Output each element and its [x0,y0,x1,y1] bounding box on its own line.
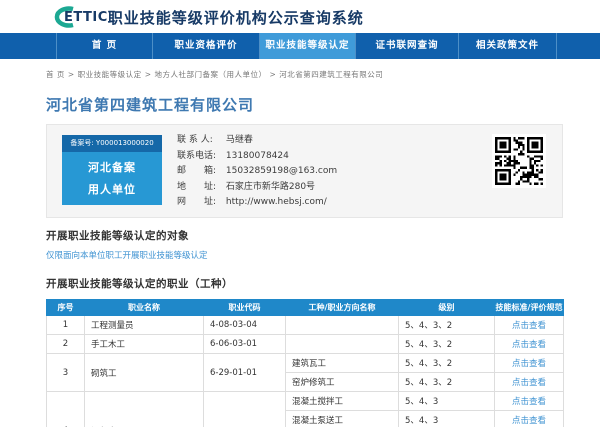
nav-spacer [557,33,600,59]
cell-levels: 5、4、3、2 [399,373,495,392]
contact-row-5: 网 址: http://www.hebsj.com/ [177,195,337,211]
logo-text: ETTIC [64,10,108,25]
main-nav: 首 页职业资格评价职业技能等级认定证书联网查询相关政策文件 [0,33,600,59]
cell-variant: 窑炉修筑工 [286,373,399,392]
breadcrumb-separator: > [269,70,276,79]
cell-code [204,392,286,427]
cell-variant [286,335,399,354]
nav-item-5[interactable]: 相关政策文件 [459,33,557,59]
view-standard-link[interactable]: 点击查看 [495,411,564,427]
nav-item-4[interactable]: 证书联网查询 [356,33,459,59]
contact-value: 马继春 [223,135,253,145]
qr-code-icon [492,134,546,188]
cell-levels: 5、4、3 [399,411,495,427]
contact-row-1: 联 系 人: 马继春 [177,133,337,149]
contact-row-4: 地 址: 石家庄市新华路280号 [177,180,337,196]
breadcrumb-item-1[interactable]: 首 页 [46,70,65,79]
cell-name: 砌筑工 [85,354,204,392]
contact-label: 邮 箱: [177,164,223,180]
contact-value: http://www.hebsj.com/ [223,197,327,207]
breadcrumb-item-3[interactable]: 地方人社部门备案（用人单位） [154,70,266,79]
cell-seq: 1 [47,316,85,335]
contact-label: 网 址: [177,195,223,211]
cell-code: 6-06-03-01 [204,335,286,354]
nav-spacer [0,33,57,59]
site-title: 职业技能等级评价机构公示查询系统 [108,7,364,28]
cell-seq: 4 [47,392,85,427]
contact-label: 联系电话: [177,149,223,165]
cell-levels: 5、4、3、2 [399,354,495,373]
page: ETTIC 职业技能等级评价机构公示查询系统 首 页职业资格评价职业技能等级认定… [0,0,600,427]
jobs-table: 序号职业名称职业代码工种/职业方向名称级别技能标准/评价规范 1工程测量员4-0… [46,299,564,427]
cell-name: 工程测量员 [85,316,204,335]
column-header: 级别 [399,300,495,316]
contact-label: 地 址: [177,180,223,196]
badge-region: 河北备案 [62,157,162,179]
nav-item-1[interactable]: 首 页 [57,33,153,59]
cell-variant: 混凝土泵送工 [286,411,399,427]
cell-variant: 建筑瓦工 [286,354,399,373]
badge-type: 用人单位 [62,179,162,201]
cell-variant: 混凝土搅拌工 [286,392,399,411]
contact-value: 13180078424 [223,151,289,161]
page-title: 河北省第四建筑工程有限公司 [46,94,254,115]
table-row: 1工程测量员4-08-03-04 5、4、3、2点击查看 [47,316,564,335]
column-header: 技能标准/评价规范 [495,300,564,316]
cell-name: 手工木工 [85,335,204,354]
cell-variant [286,316,399,335]
column-header: 职业代码 [204,300,286,316]
brand-header: ETTIC 职业技能等级评价机构公示查询系统 [0,0,600,33]
breadcrumb-item-2[interactable]: 职业技能等级认定 [78,70,142,79]
contact-value: 15032859198@163.com [223,166,337,176]
record-badge-body: 河北备案 用人单位 [62,152,162,205]
view-standard-link[interactable]: 点击查看 [495,335,564,354]
cell-levels: 5、4、3、2 [399,335,495,354]
cell-code: 4-08-03-04 [204,316,286,335]
target-section-note: 仅限面向本单位职工开展职业技能等级认定 [46,249,208,261]
cell-seq: 2 [47,335,85,354]
contact-value: 石家庄市新华路280号 [223,182,315,192]
record-badge: 备案号: Y000013000020 河北备案 用人单位 [62,135,162,205]
target-section-heading: 开展职业技能等级认定的对象 [46,228,189,243]
column-header: 职业名称 [85,300,204,316]
view-standard-link[interactable]: 点击查看 [495,354,564,373]
column-header: 工种/职业方向名称 [286,300,399,316]
view-standard-link[interactable]: 点击查看 [495,392,564,411]
table-row: 3砌筑工6-29-01-01建筑瓦工5、4、3、2点击查看 [47,354,564,373]
cell-levels: 5、4、3 [399,392,495,411]
nav-item-2[interactable]: 职业资格评价 [153,33,260,59]
record-number: 备案号: Y000013000020 [62,135,162,152]
contact-row-2: 联系电话: 13180078424 [177,149,337,165]
table-row: 4混凝土工混凝土搅拌工5、4、3点击查看 [47,392,564,411]
breadcrumb-separator: > [145,70,152,79]
cell-code: 6-29-01-01 [204,354,286,392]
column-header: 序号 [47,300,85,316]
table-header-row: 序号职业名称职业代码工种/职业方向名称级别技能标准/评价规范 [47,300,564,316]
contact-label: 联 系 人: [177,133,223,149]
breadcrumb-separator: > [68,70,75,79]
table-row: 2手工木工6-06-03-01 5、4、3、2点击查看 [47,335,564,354]
cell-levels: 5、4、3、2 [399,316,495,335]
view-standard-link[interactable]: 点击查看 [495,316,564,335]
nav-item-3[interactable]: 职业技能等级认定 [260,33,356,59]
org-info-card: 备案号: Y000013000020 河北备案 用人单位 联 系 人: 马继春联… [46,124,563,218]
breadcrumb-item-4: 河北省第四建筑工程有限公司 [279,70,383,79]
contact-list: 联 系 人: 马继春联系电话: 13180078424邮 箱: 15032859… [177,133,337,211]
cell-name: 混凝土工 [85,392,204,427]
cell-seq: 3 [47,354,85,392]
jobs-section-heading: 开展职业技能等级认定的职业（工种） [46,276,233,291]
contact-row-3: 邮 箱: 15032859198@163.com [177,164,337,180]
breadcrumb: 首 页>职业技能等级认定>地方人社部门备案（用人单位）>河北省第四建筑工程有限公… [46,69,386,80]
view-standard-link[interactable]: 点击查看 [495,373,564,392]
